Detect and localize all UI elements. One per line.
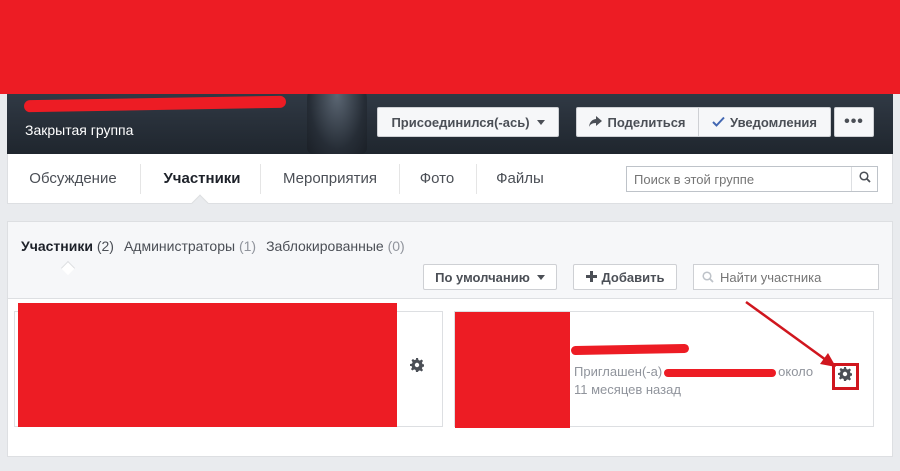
plus-icon	[585, 270, 597, 285]
member-settings-button[interactable]	[407, 357, 427, 377]
tab-files[interactable]: Файлы	[480, 154, 560, 204]
group-privacy-label: Закрытая группа	[25, 122, 134, 138]
more-dots-icon: •••	[844, 113, 864, 130]
subtab-blocked[interactable]: Заблокированные (0)	[266, 238, 405, 254]
share-icon	[589, 115, 603, 130]
group-search-box	[626, 166, 878, 192]
add-label: Добавить	[601, 269, 665, 285]
sort-dropdown[interactable]: По умолчанию	[423, 264, 557, 290]
add-member-button[interactable]: Добавить	[573, 264, 677, 290]
annotation-highlight-box	[832, 363, 859, 390]
search-button[interactable]	[851, 167, 877, 191]
subtab-count: (2)	[96, 238, 114, 254]
subtab-members[interactable]: Участники (2)	[21, 238, 114, 254]
share-label: Поделиться	[607, 114, 686, 130]
notifications-button[interactable]: Уведомления	[698, 107, 831, 137]
chevron-down-icon	[536, 274, 545, 280]
redacted-cover-area	[0, 0, 900, 94]
invited-prefix: Приглашен(-а)	[574, 364, 663, 379]
redacted-member-name	[570, 343, 690, 356]
joined-button[interactable]: Присоединился(-ась)	[377, 107, 559, 137]
search-icon	[702, 271, 714, 283]
tab-photos[interactable]: Фото	[403, 154, 471, 204]
joined-label: Присоединился(-ась)	[391, 114, 530, 130]
find-member-input[interactable]	[720, 265, 880, 289]
share-button[interactable]: Поделиться	[576, 107, 698, 137]
subtab-count: (0)	[387, 238, 405, 254]
more-options-button[interactable]: •••	[834, 107, 874, 137]
search-icon	[858, 170, 871, 188]
members-subtabs: Участники (2) Администраторы (1) Заблоки…	[21, 238, 405, 254]
nav-divider	[399, 164, 400, 194]
nav-divider	[260, 164, 261, 194]
invited-suffix: около	[778, 364, 814, 379]
redacted-inviter-name	[664, 368, 777, 377]
subtab-label: Заблокированные	[266, 238, 384, 254]
member-list: Приглашен(-а) около 11 месяцев назад	[8, 298, 892, 456]
group-nav-bar: Обсуждение Участники Мероприятия Фото Фа…	[7, 154, 893, 212]
subtab-admins[interactable]: Администраторы (1)	[124, 238, 256, 254]
member-card	[14, 303, 443, 427]
gear-icon	[410, 357, 425, 377]
find-member-box	[693, 264, 880, 290]
member-card: Приглашен(-а) около 11 месяцев назад	[454, 311, 874, 428]
subtab-label: Администраторы	[123, 238, 236, 254]
checkmark-icon	[712, 115, 725, 130]
group-search-input[interactable]	[627, 167, 847, 191]
redacted-avatar	[455, 312, 570, 428]
active-subtab-pointer	[60, 260, 76, 276]
tab-discussion[interactable]: Обсуждение	[16, 154, 130, 204]
invited-time: 11 месяцев назад	[574, 382, 681, 397]
nav-divider	[476, 164, 477, 194]
members-panel: Участники (2) Администраторы (1) Заблоки…	[7, 221, 893, 457]
tab-events[interactable]: Мероприятия	[266, 154, 394, 204]
invited-by-line: Приглашен(-а) около	[574, 364, 813, 379]
redacted-member-info	[18, 303, 397, 427]
sort-label: По умолчанию	[435, 269, 530, 285]
chevron-down-icon	[536, 119, 545, 125]
subtab-label: Участники	[21, 238, 93, 254]
subtab-count: (1)	[238, 238, 257, 254]
notifications-label: Уведомления	[729, 114, 818, 130]
nav-divider	[140, 164, 141, 194]
